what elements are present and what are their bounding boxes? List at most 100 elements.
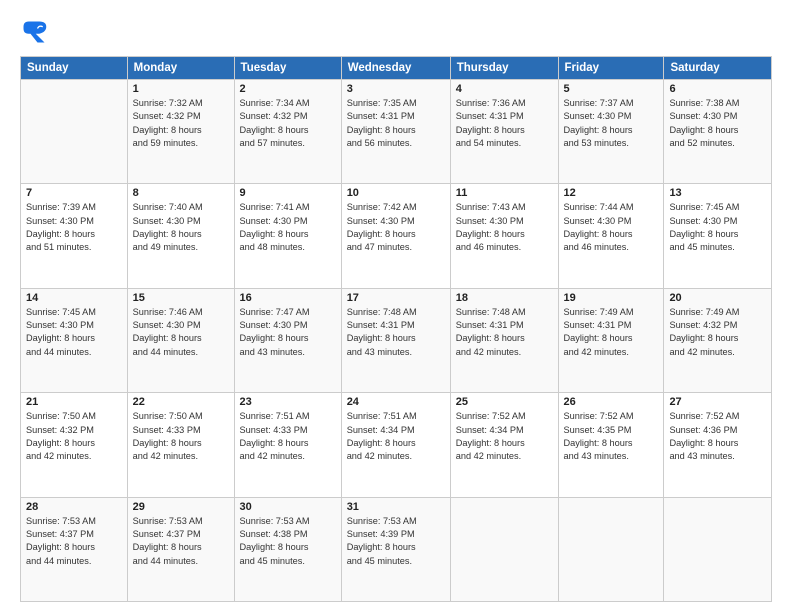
day-info: Sunrise: 7:50 AM Sunset: 4:33 PM Dayligh… xyxy=(133,410,229,463)
day-info: Sunrise: 7:48 AM Sunset: 4:31 PM Dayligh… xyxy=(347,306,445,359)
day-number: 8 xyxy=(133,187,229,199)
day-info: Sunrise: 7:45 AM Sunset: 4:30 PM Dayligh… xyxy=(26,306,122,359)
day-info: Sunrise: 7:46 AM Sunset: 4:30 PM Dayligh… xyxy=(133,306,229,359)
calendar-cell: 3Sunrise: 7:35 AM Sunset: 4:31 PM Daylig… xyxy=(341,80,450,184)
day-info: Sunrise: 7:40 AM Sunset: 4:30 PM Dayligh… xyxy=(133,201,229,254)
day-info: Sunrise: 7:44 AM Sunset: 4:30 PM Dayligh… xyxy=(564,201,659,254)
week-row-2: 7Sunrise: 7:39 AM Sunset: 4:30 PM Daylig… xyxy=(21,184,772,288)
week-row-1: 1 Sunrise: 7:32 AM Sunset: 4:32 PM Daylig… xyxy=(21,80,772,184)
day-info: Sunrise: 7:45 AM Sunset: 4:30 PM Dayligh… xyxy=(669,201,766,254)
day-info: Sunrise: 7:32 AM Sunset: 4:32 PM Dayligh… xyxy=(133,97,229,150)
day-info: Sunrise: 7:53 AM Sunset: 4:37 PM Dayligh… xyxy=(26,515,122,568)
day-info: Sunrise: 7:37 AM Sunset: 4:30 PM Dayligh… xyxy=(564,97,659,150)
calendar-cell: 20Sunrise: 7:49 AM Sunset: 4:32 PM Dayli… xyxy=(664,288,772,392)
day-number: 26 xyxy=(564,396,659,408)
calendar-cell: 16 Sunrise: 7:47 AM Sunset: 4:30 PM Dayli… xyxy=(234,288,341,392)
calendar-cell: 7Sunrise: 7:39 AM Sunset: 4:30 PM Daylig… xyxy=(21,184,128,288)
calendar-cell: 22Sunrise: 7:50 AM Sunset: 4:33 PM Dayli… xyxy=(127,393,234,497)
calendar-cell: 6 Sunrise: 7:38 AM Sunset: 4:30 PM Daylig… xyxy=(664,80,772,184)
calendar-cell: 4 Sunrise: 7:36 AM Sunset: 4:31 PM Daylig… xyxy=(450,80,558,184)
day-info: Sunrise: 7:41 AM Sunset: 4:30 PM Dayligh… xyxy=(240,201,336,254)
day-info: Sunrise: 7:35 AM Sunset: 4:31 PM Dayligh… xyxy=(347,97,445,150)
calendar-cell xyxy=(450,497,558,601)
calendar-cell xyxy=(558,497,664,601)
page: Sunday Monday Tuesday Wednesday Thursday… xyxy=(0,0,792,612)
week-row-3: 14 Sunrise: 7:45 AM Sunset: 4:30 PM Dayli… xyxy=(21,288,772,392)
col-thursday: Thursday xyxy=(450,57,558,80)
day-number: 28 xyxy=(26,501,122,513)
day-number: 11 xyxy=(456,187,553,199)
col-tuesday: Tuesday xyxy=(234,57,341,80)
day-info: Sunrise: 7:52 AM Sunset: 4:36 PM Dayligh… xyxy=(669,410,766,463)
calendar-cell: 25Sunrise: 7:52 AM Sunset: 4:34 PM Dayli… xyxy=(450,393,558,497)
calendar-cell: 2 Sunrise: 7:34 AM Sunset: 4:32 PM Daylig… xyxy=(234,80,341,184)
day-info: Sunrise: 7:47 AM Sunset: 4:30 PM Dayligh… xyxy=(240,306,336,359)
logo xyxy=(20,18,52,46)
day-number: 9 xyxy=(240,187,336,199)
day-number: 18 xyxy=(456,292,553,304)
calendar-cell: 24 Sunrise: 7:51 AM Sunset: 4:34 PM Dayli… xyxy=(341,393,450,497)
day-info: Sunrise: 7:53 AM Sunset: 4:39 PM Dayligh… xyxy=(347,515,445,568)
header-row: Sunday Monday Tuesday Wednesday Thursday… xyxy=(21,57,772,80)
calendar-cell: 21Sunrise: 7:50 AM Sunset: 4:32 PM Dayli… xyxy=(21,393,128,497)
calendar-cell: 17 Sunrise: 7:48 AM Sunset: 4:31 PM Dayli… xyxy=(341,288,450,392)
day-number: 6 xyxy=(669,83,766,95)
day-number: 15 xyxy=(133,292,229,304)
day-number: 4 xyxy=(456,83,553,95)
calendar-cell: 26 Sunrise: 7:52 AM Sunset: 4:35 PM Dayli… xyxy=(558,393,664,497)
day-info: Sunrise: 7:38 AM Sunset: 4:30 PM Dayligh… xyxy=(669,97,766,150)
day-number: 23 xyxy=(240,396,336,408)
calendar-cell: 1 Sunrise: 7:32 AM Sunset: 4:32 PM Daylig… xyxy=(127,80,234,184)
day-info: Sunrise: 7:53 AM Sunset: 4:37 PM Dayligh… xyxy=(133,515,229,568)
col-saturday: Saturday xyxy=(664,57,772,80)
day-info: Sunrise: 7:52 AM Sunset: 4:35 PM Dayligh… xyxy=(564,410,659,463)
calendar-cell: 18Sunrise: 7:48 AM Sunset: 4:31 PM Dayli… xyxy=(450,288,558,392)
calendar-cell: 14 Sunrise: 7:45 AM Sunset: 4:30 PM Dayli… xyxy=(21,288,128,392)
day-number: 17 xyxy=(347,292,445,304)
day-number: 1 xyxy=(133,83,229,95)
day-info: Sunrise: 7:42 AM Sunset: 4:30 PM Dayligh… xyxy=(347,201,445,254)
day-info: Sunrise: 7:49 AM Sunset: 4:31 PM Dayligh… xyxy=(564,306,659,359)
col-wednesday: Wednesday xyxy=(341,57,450,80)
logo-icon xyxy=(20,18,48,46)
header xyxy=(20,18,772,46)
day-info: Sunrise: 7:51 AM Sunset: 4:34 PM Dayligh… xyxy=(347,410,445,463)
col-friday: Friday xyxy=(558,57,664,80)
day-number: 14 xyxy=(26,292,122,304)
day-number: 13 xyxy=(669,187,766,199)
calendar-cell: 8 Sunrise: 7:40 AM Sunset: 4:30 PM Daylig… xyxy=(127,184,234,288)
day-info: Sunrise: 7:43 AM Sunset: 4:30 PM Dayligh… xyxy=(456,201,553,254)
day-number: 16 xyxy=(240,292,336,304)
calendar-cell: 31 Sunrise: 7:53 AM Sunset: 4:39 PM Dayli… xyxy=(341,497,450,601)
calendar-table: Sunday Monday Tuesday Wednesday Thursday… xyxy=(20,56,772,602)
calendar-cell: 12 Sunrise: 7:44 AM Sunset: 4:30 PM Dayli… xyxy=(558,184,664,288)
day-info: Sunrise: 7:39 AM Sunset: 4:30 PM Dayligh… xyxy=(26,201,122,254)
calendar-cell xyxy=(21,80,128,184)
day-info: Sunrise: 7:53 AM Sunset: 4:38 PM Dayligh… xyxy=(240,515,336,568)
day-info: Sunrise: 7:36 AM Sunset: 4:31 PM Dayligh… xyxy=(456,97,553,150)
day-number: 25 xyxy=(456,396,553,408)
day-number: 2 xyxy=(240,83,336,95)
day-info: Sunrise: 7:34 AM Sunset: 4:32 PM Dayligh… xyxy=(240,97,336,150)
calendar-cell: 15 Sunrise: 7:46 AM Sunset: 4:30 PM Dayli… xyxy=(127,288,234,392)
calendar-cell: 27 Sunrise: 7:52 AM Sunset: 4:36 PM Dayli… xyxy=(664,393,772,497)
day-number: 29 xyxy=(133,501,229,513)
calendar-cell: 23Sunrise: 7:51 AM Sunset: 4:33 PM Dayli… xyxy=(234,393,341,497)
day-number: 5 xyxy=(564,83,659,95)
day-number: 31 xyxy=(347,501,445,513)
calendar-cell: 30Sunrise: 7:53 AM Sunset: 4:38 PM Dayli… xyxy=(234,497,341,601)
day-number: 27 xyxy=(669,396,766,408)
calendar-cell: 11 Sunrise: 7:43 AM Sunset: 4:30 PM Dayli… xyxy=(450,184,558,288)
calendar-cell: 10Sunrise: 7:42 AM Sunset: 4:30 PM Dayli… xyxy=(341,184,450,288)
week-row-5: 28 Sunrise: 7:53 AM Sunset: 4:37 PM Dayli… xyxy=(21,497,772,601)
calendar-cell: 29 Sunrise: 7:53 AM Sunset: 4:37 PM Dayli… xyxy=(127,497,234,601)
day-info: Sunrise: 7:50 AM Sunset: 4:32 PM Dayligh… xyxy=(26,410,122,463)
col-monday: Monday xyxy=(127,57,234,80)
day-info: Sunrise: 7:49 AM Sunset: 4:32 PM Dayligh… xyxy=(669,306,766,359)
calendar-cell: 9 Sunrise: 7:41 AM Sunset: 4:30 PM Daylig… xyxy=(234,184,341,288)
day-number: 19 xyxy=(564,292,659,304)
calendar-cell: 28 Sunrise: 7:53 AM Sunset: 4:37 PM Dayli… xyxy=(21,497,128,601)
calendar-cell: 5 Sunrise: 7:37 AM Sunset: 4:30 PM Daylig… xyxy=(558,80,664,184)
day-number: 12 xyxy=(564,187,659,199)
day-number: 24 xyxy=(347,396,445,408)
